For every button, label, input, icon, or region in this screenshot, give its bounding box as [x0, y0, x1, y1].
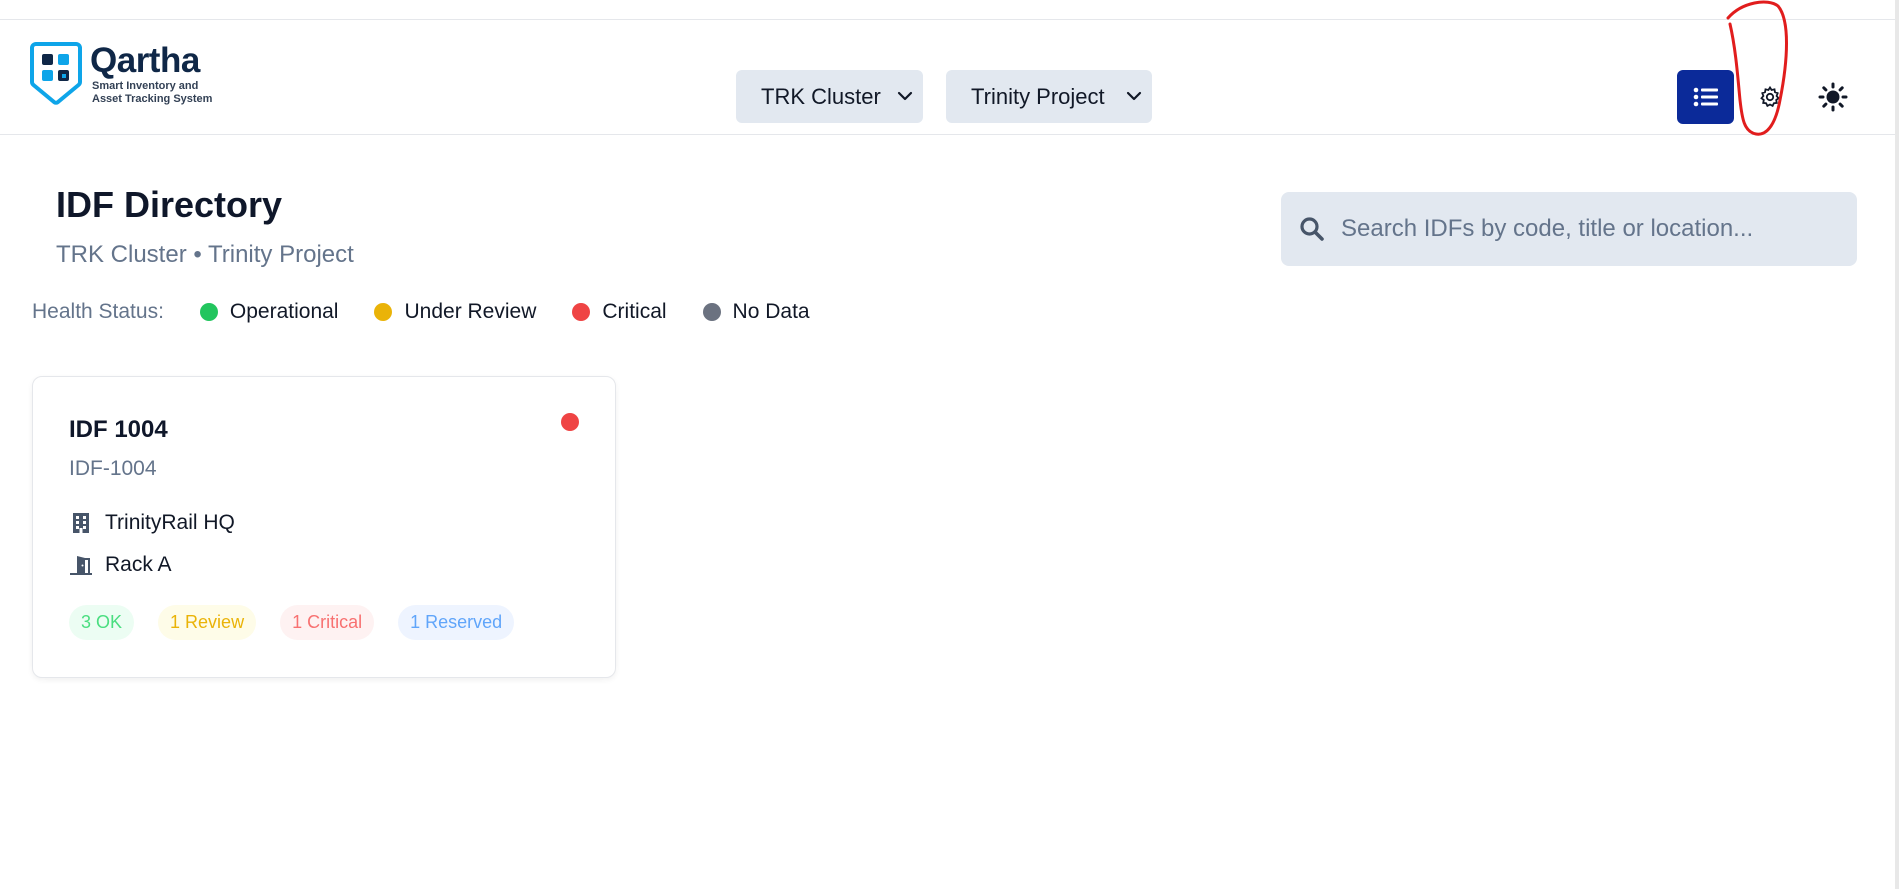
brand-name: Qartha — [90, 41, 200, 80]
status-dot — [572, 303, 591, 321]
status-dot — [199, 303, 218, 321]
health-status-legend: Health Status: Operational Under Review … — [32, 300, 846, 324]
status-badge-critical: 1 Critical — [280, 605, 375, 640]
search-icon — [1300, 217, 1324, 241]
legend-operational: Operational — [199, 300, 339, 324]
health-status-label: Health Status: — [32, 300, 164, 323]
project-select[interactable]: Trinity Project — [946, 70, 1152, 123]
building-icon — [73, 513, 89, 533]
legend-critical: Critical — [572, 300, 667, 324]
legend-label: Critical — [602, 300, 667, 323]
sun-icon — [1818, 82, 1848, 112]
legend-no-data: No Data — [702, 300, 810, 324]
search-input[interactable] — [1341, 192, 1841, 266]
idf-room-row: Rack A — [69, 553, 172, 577]
legend-under-review: Under Review — [374, 300, 536, 324]
chevron-down-icon — [1126, 91, 1142, 101]
status-dot — [374, 303, 393, 321]
chevron-down-icon — [897, 91, 913, 101]
scrollbar-edge[interactable] — [1895, 0, 1899, 889]
legend-label: Under Review — [404, 300, 537, 323]
status-dot — [702, 303, 721, 321]
idf-card[interactable]: IDF 1004 IDF-1004 TrinityRail HQ Rack A … — [32, 376, 616, 678]
status-badge-reserved: 1 Reserved — [398, 605, 515, 640]
brand-tagline-2: Asset Tracking System — [92, 93, 213, 105]
idf-room-name: Rack A — [105, 553, 172, 576]
cluster-select-value: TRK Cluster — [761, 83, 881, 109]
page-title: IDF Directory — [56, 184, 283, 225]
status-badge-ok: 3 OK — [69, 605, 135, 640]
page-subtitle: TRK Cluster • Trinity Project — [56, 241, 354, 268]
logo-mark-icon — [30, 42, 82, 105]
idf-card-code: IDF-1004 — [69, 457, 157, 480]
list-icon — [1693, 87, 1718, 107]
idf-building-name: TrinityRail HQ — [105, 511, 235, 534]
idf-status-badges: 3 OK 1 Review 1 Critical 1 Reserved — [69, 605, 538, 640]
idf-building-row: TrinityRail HQ — [69, 511, 235, 535]
red-annotation-mark — [1726, 0, 1788, 136]
logo[interactable]: Qartha Smart Inventory and Asset Trackin… — [30, 42, 212, 106]
top-header: Qartha Smart Inventory and Asset Trackin… — [0, 20, 1899, 135]
idf-card-title: IDF 1004 — [69, 416, 168, 443]
legend-label: Operational — [229, 300, 339, 323]
status-badge-review: 1 Review — [158, 605, 257, 640]
door-open-icon — [70, 556, 92, 575]
project-select-value: Trinity Project — [971, 83, 1105, 109]
search-box[interactable] — [1281, 192, 1857, 266]
cluster-select[interactable]: TRK Cluster — [736, 70, 923, 123]
status-dot — [561, 413, 579, 431]
legend-label: No Data — [732, 300, 810, 323]
brand-tagline-1: Smart Inventory and — [92, 80, 199, 92]
theme-toggle-button[interactable] — [1816, 80, 1850, 114]
